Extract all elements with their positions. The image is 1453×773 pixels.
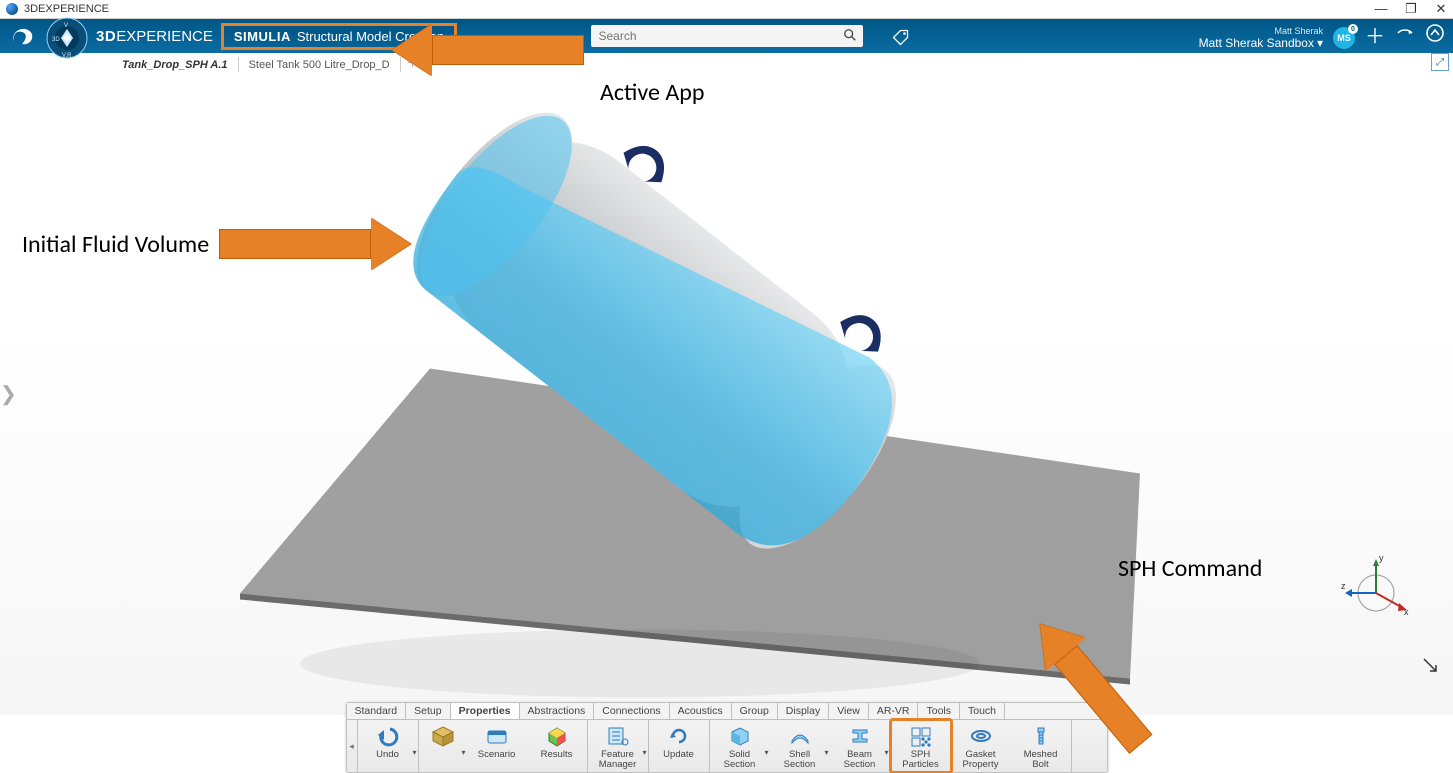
tab-acoustics[interactable]: Acoustics — [670, 703, 732, 719]
app-sphere-icon — [6, 3, 18, 15]
undo-icon — [376, 723, 400, 749]
document-tabs: Tank_Drop_SPH A.1 Steel Tank 500 Litre_D… — [0, 53, 1453, 73]
results-icon — [545, 723, 569, 749]
tab-setup[interactable]: Setup — [406, 703, 450, 719]
viewport-3d[interactable]: ❯ — [0, 72, 1453, 715]
tab-tools[interactable]: Tools — [918, 703, 960, 719]
tab-connections[interactable]: Connections — [594, 703, 669, 719]
tag-icon[interactable] — [886, 29, 909, 47]
chevron-down-icon[interactable]: ▾ — [461, 748, 465, 757]
cube-button[interactable]: ▾ — [419, 720, 467, 772]
svg-text:x: x — [1404, 607, 1409, 617]
solid-section-icon — [728, 723, 752, 749]
feature-manager-icon — [606, 723, 630, 749]
scenario-icon — [485, 723, 509, 749]
actionbar-collapse-handle[interactable]: ◂ — [347, 720, 358, 772]
maximize-button[interactable]: ❐ — [1403, 1, 1419, 17]
results-button[interactable]: Results — [527, 720, 587, 772]
svg-text:z: z — [1341, 581, 1346, 591]
beam-section-icon — [848, 723, 872, 749]
chevron-down-icon[interactable]: ▾ — [642, 748, 646, 757]
rotate-handle-icon[interactable] — [1421, 656, 1439, 677]
user-name-small: Matt Sherak — [1274, 27, 1323, 37]
add-icon[interactable]: ＋ — [1365, 20, 1385, 53]
minimize-button[interactable]: — — [1373, 1, 1389, 17]
solid-section-button[interactable]: Solid Section ▾ — [710, 720, 770, 772]
tab-properties[interactable]: Properties — [451, 703, 520, 719]
sph-particles-button[interactable]: SPH Particles — [891, 720, 951, 772]
annotation-fluid: Initial Fluid Volume — [22, 218, 411, 270]
orientation-triad[interactable]: y x z — [1341, 553, 1411, 623]
search-box[interactable] — [591, 25, 863, 47]
tab-group[interactable]: Group — [732, 703, 778, 719]
home-icon[interactable] — [1425, 23, 1445, 53]
avatar-initials: MS — [1337, 33, 1351, 43]
cube-icon — [431, 723, 455, 749]
update-button[interactable]: Update — [649, 720, 709, 772]
chevron-down-icon[interactable]: ▾ — [412, 748, 416, 757]
notification-badge: 0 — [1348, 24, 1358, 34]
chevron-down-icon[interactable]: ▾ — [884, 748, 888, 757]
tab-abstractions[interactable]: Abstractions — [520, 703, 595, 719]
avatar[interactable]: MS 0 — [1333, 27, 1355, 49]
bolt-icon — [1029, 723, 1053, 749]
shell-section-icon — [788, 723, 812, 749]
meshed-bolt-button[interactable]: Meshed Bolt — [1011, 720, 1071, 772]
beam-section-button[interactable]: Beam Section ▾ — [830, 720, 890, 772]
window-title: 3DEXPERIENCE — [24, 3, 109, 15]
gasket-property-button[interactable]: Gasket Property — [951, 720, 1011, 772]
shell-section-button[interactable]: Shell Section ▾ — [770, 720, 830, 772]
sandbox-label: Matt Sherak Sandbox — [1199, 37, 1314, 50]
feature-manager-button[interactable]: Feature Manager ▾ — [588, 720, 648, 772]
doc-tab-active[interactable]: Tank_Drop_SPH A.1 — [112, 57, 239, 73]
search-icon[interactable] — [843, 28, 857, 45]
tab-display[interactable]: Display — [778, 703, 829, 719]
chevron-down-icon[interactable]: ▾ — [764, 748, 768, 757]
chevron-down-icon: ▾ — [1317, 37, 1323, 50]
action-bar-tabs: Standard Setup Properties Abstractions C… — [347, 703, 1107, 720]
close-button[interactable]: ✕ — [1433, 1, 1449, 17]
tab-view[interactable]: View — [829, 703, 869, 719]
os-titlebar: 3DEXPERIENCE — ❐ ✕ — [0, 0, 1453, 19]
tab-standard[interactable]: Standard — [347, 703, 407, 719]
annotation-sph-label: SPH Command — [1118, 554, 1262, 583]
chevron-down-icon[interactable]: ▾ — [824, 748, 828, 757]
scenario-button[interactable]: Scenario — [467, 720, 527, 772]
tab-touch[interactable]: Touch — [960, 703, 1005, 719]
scene-render — [0, 72, 1453, 715]
action-bar: Standard Setup Properties Abstractions C… — [346, 702, 1108, 773]
svg-text:y: y — [1379, 553, 1384, 563]
annotation-active-app-label: Active App — [600, 78, 704, 107]
annotation-active-app — [392, 24, 584, 76]
svg-text:3D: 3D — [52, 37, 60, 43]
sph-particles-icon — [909, 723, 933, 749]
undo-button[interactable]: Undo ▾ — [358, 720, 418, 772]
doc-tab[interactable]: Steel Tank 500 Litre_Drop_D — [239, 57, 401, 73]
user-menu[interactable]: Matt Sherak Matt Sherak Sandbox▾ — [1199, 27, 1323, 53]
app-header: 3D V V.R 3DEXPERIENCE SIMULIA Structural… — [0, 19, 1453, 53]
gasket-icon — [969, 723, 993, 749]
search-input[interactable] — [597, 28, 843, 44]
brand-label: 3DEXPERIENCE — [96, 28, 213, 45]
fullscreen-toggle[interactable]: ⤢ — [1431, 53, 1449, 71]
update-icon — [667, 723, 691, 749]
svg-text:V: V — [64, 23, 68, 29]
tab-ar-vr[interactable]: AR-VR — [869, 703, 919, 719]
ds-logo-icon — [10, 24, 38, 48]
share-icon[interactable] — [1395, 23, 1415, 53]
